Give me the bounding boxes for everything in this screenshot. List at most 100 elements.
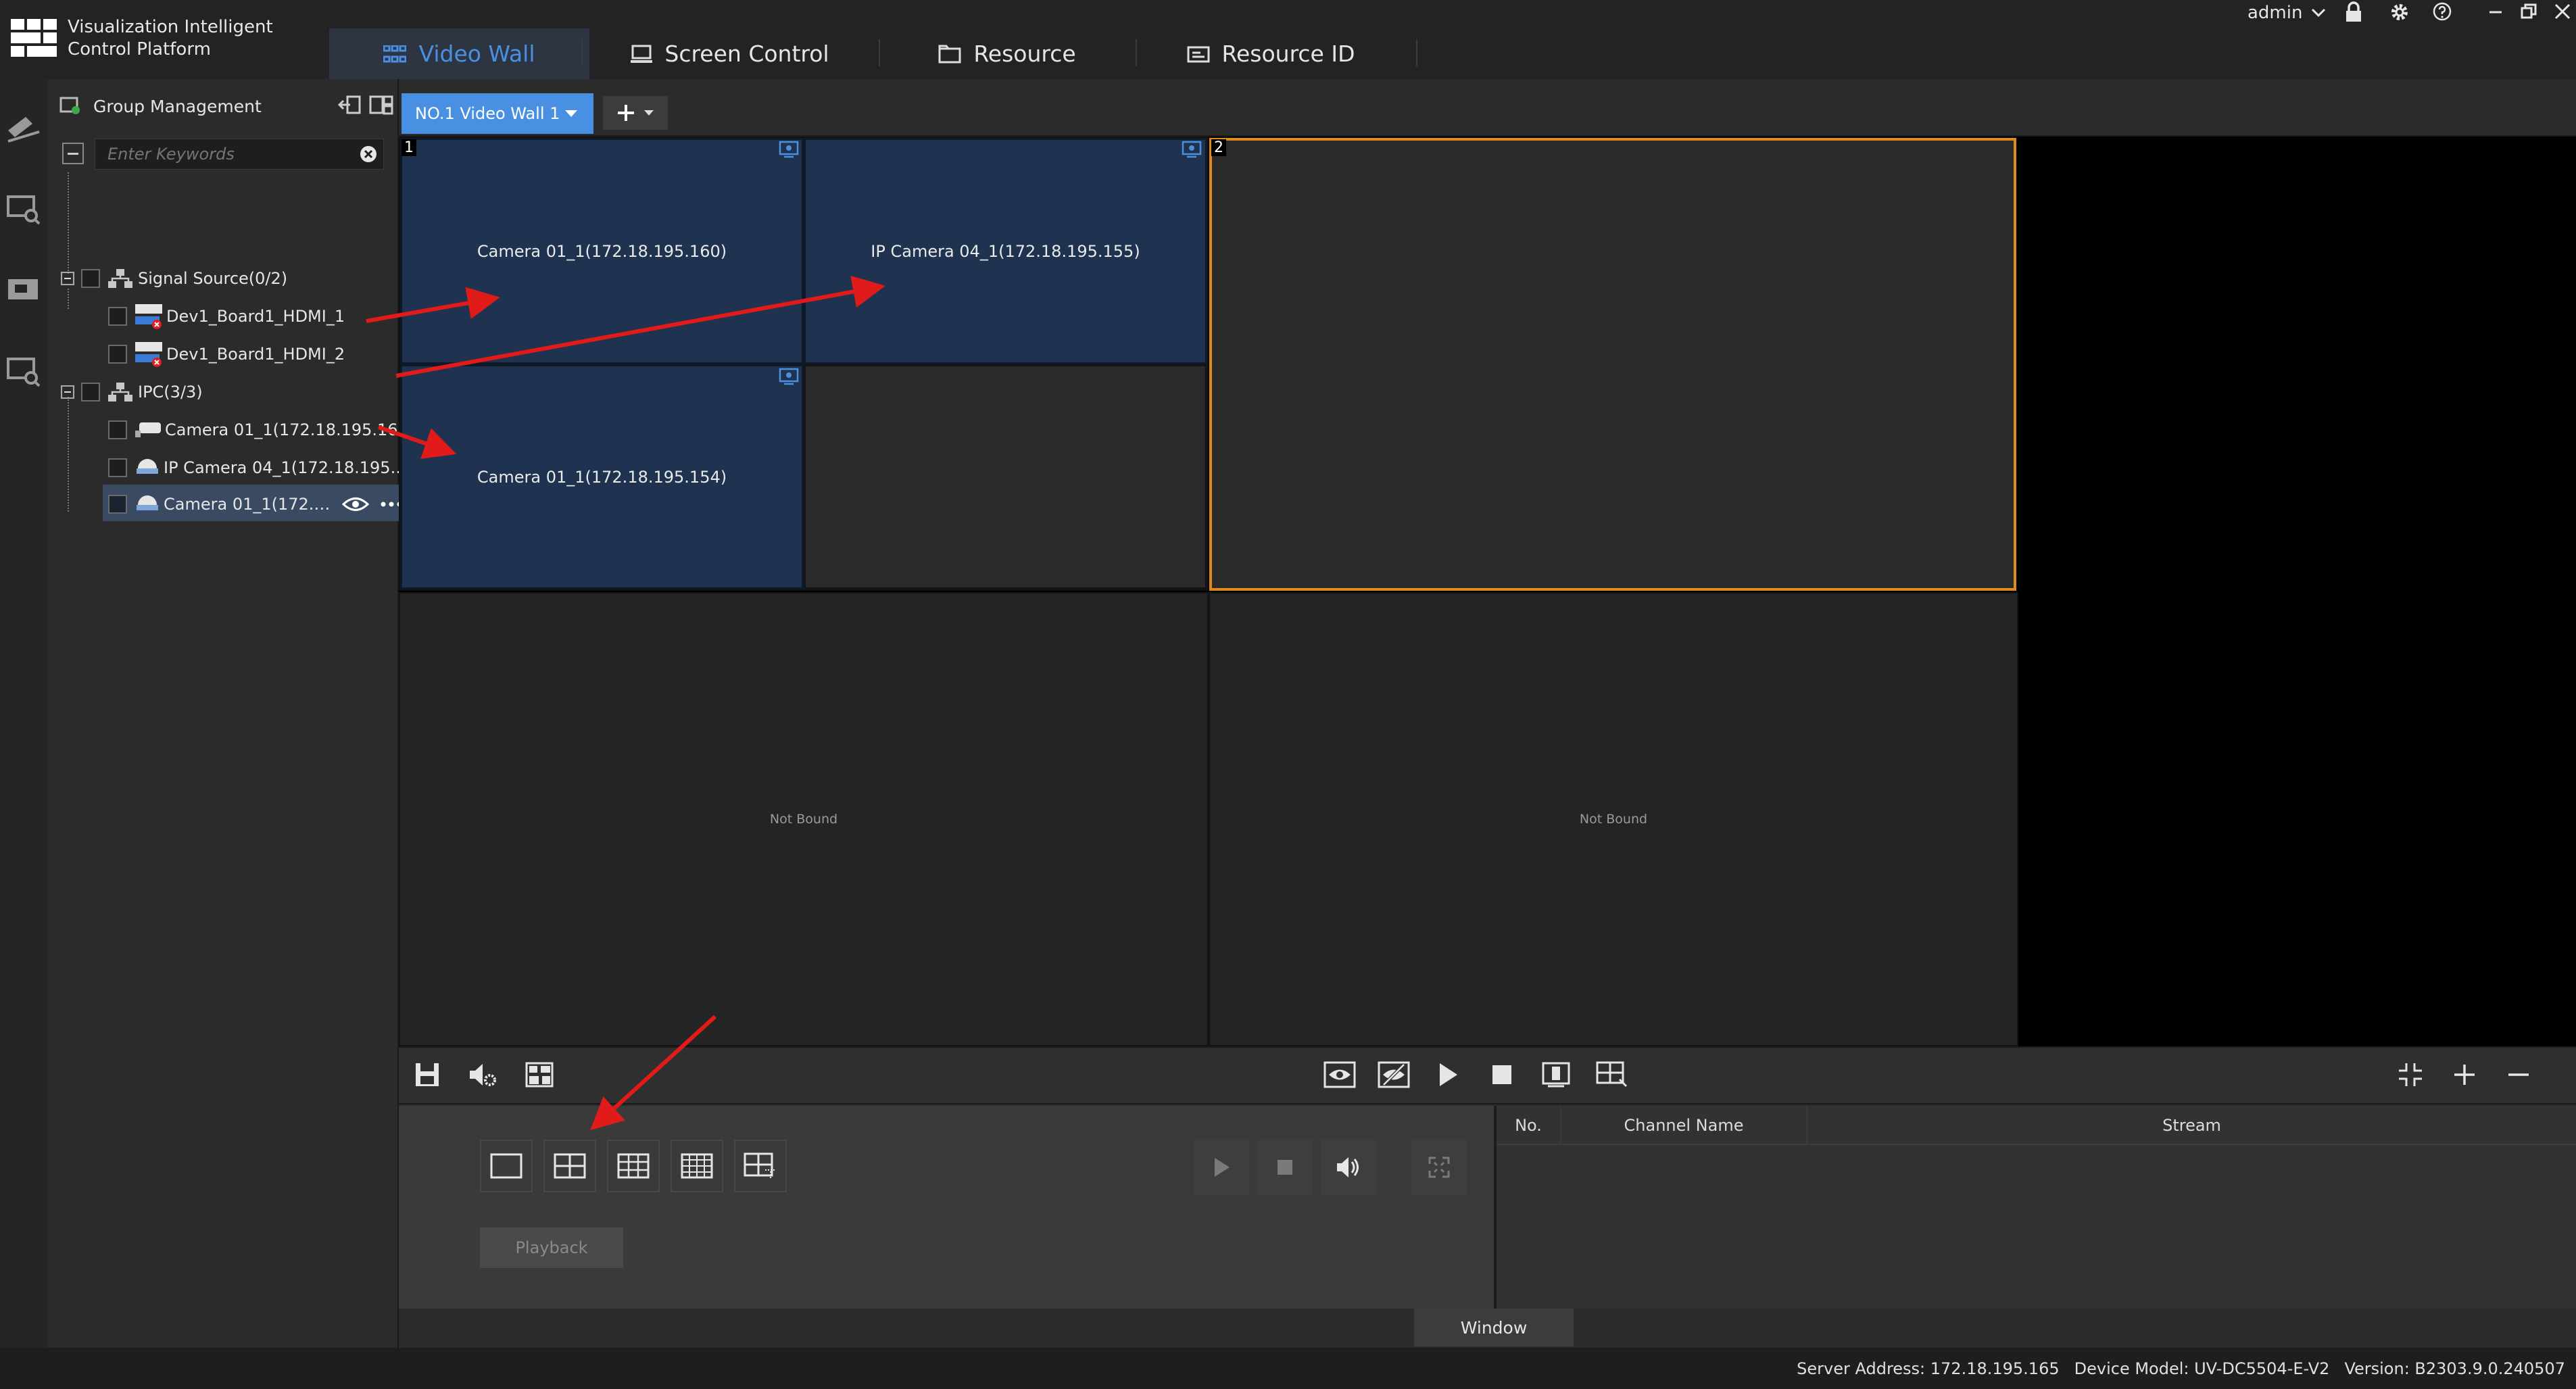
layout-3x3-button[interactable] — [607, 1140, 660, 1192]
screen-2-selected[interactable] — [1209, 138, 2016, 591]
layout-custom-button[interactable] — [734, 1140, 787, 1192]
wall-cell-4[interactable] — [804, 364, 1207, 589]
zoom-out-icon[interactable] — [2498, 1054, 2539, 1095]
channel-stop-button[interactable] — [1257, 1140, 1313, 1195]
tab-divider — [1136, 39, 1137, 66]
wall-cell-3[interactable]: Camera 01_1(172.18.195.154) — [400, 364, 804, 589]
table-header-stream: Stream — [2162, 1116, 2221, 1135]
tree-group-ipc[interactable]: IPC(3/3) — [61, 375, 203, 409]
video-wall-tab[interactable]: NO.1 Video Wall 1 — [402, 93, 593, 134]
screen-link-icon[interactable] — [1182, 141, 1202, 162]
tab-resource[interactable]: Resource — [892, 28, 1122, 79]
server-address: Server Address: 172.18.195.165 — [1797, 1359, 2060, 1378]
play-icon[interactable] — [1428, 1054, 1468, 1095]
tree-item-camera-160[interactable]: Camera 01_1(172.18.195.160) — [108, 413, 414, 447]
layout-2x2-button[interactable] — [543, 1140, 596, 1192]
screen-link-icon[interactable] — [779, 368, 799, 389]
save-icon[interactable] — [407, 1054, 447, 1095]
tree-group-signal-source[interactable]: Signal Source(0/2) — [61, 262, 287, 295]
audio-settings-icon[interactable] — [462, 1054, 503, 1095]
screen-number-badge: 1 — [402, 139, 416, 156]
grid-icon — [383, 45, 407, 62]
playback-label: Playback — [515, 1238, 588, 1257]
cell-label: IP Camera 04_1(172.18.195.155) — [871, 241, 1140, 261]
hide-preview-icon[interactable] — [1374, 1054, 1414, 1095]
tab-video-wall[interactable]: Video Wall — [329, 28, 589, 79]
tree-item-camera-155[interactable]: IP Camera 04_1(172.18.195.… — [108, 451, 412, 485]
bullet-camera-icon — [135, 422, 161, 437]
table-header-channel-name: Channel Name — [1561, 1106, 1807, 1145]
layout-template-icon[interactable] — [519, 1054, 560, 1095]
layout-4x4-button[interactable] — [671, 1140, 723, 1192]
screen-not-bound-3[interactable]: Not Bound — [399, 592, 1209, 1046]
wall-layout-icon[interactable] — [1591, 1054, 1632, 1095]
screen-link-icon[interactable] — [779, 141, 799, 162]
tree-item-label: Camera 01_1(172.… — [164, 495, 331, 514]
tab-screen-control-label: Screen Control — [664, 41, 829, 67]
network-group-icon — [108, 269, 132, 288]
wall-cell-2[interactable]: IP Camera 04_1(172.18.195.155) — [804, 138, 1207, 364]
clear-search-icon[interactable] — [359, 145, 378, 168]
tab-resource-id[interactable]: Resource ID — [1149, 28, 1392, 79]
video-wall-nav-icon[interactable] — [5, 112, 42, 148]
checkbox[interactable] — [81, 383, 100, 401]
dome-camera-icon — [137, 495, 158, 510]
hdmi-source-icon — [135, 342, 162, 367]
search-input[interactable] — [95, 139, 352, 169]
folder-icon — [938, 45, 961, 63]
collapse-node-icon[interactable] — [61, 272, 74, 285]
checkbox[interactable] — [108, 495, 127, 514]
screen-search-icon[interactable] — [5, 194, 42, 230]
device-model: Device Model: UV-DC5504-E-V2 — [2074, 1359, 2330, 1378]
channel-play-button[interactable] — [1194, 1140, 1249, 1195]
checkbox[interactable] — [81, 269, 100, 288]
dropdown-arrow-icon[interactable] — [564, 109, 579, 118]
gear-icon[interactable] — [2389, 1, 2410, 27]
not-bound-label: Not Bound — [769, 812, 838, 827]
playback-button[interactable]: Playback — [480, 1227, 623, 1268]
not-bound-label: Not Bound — [1579, 812, 1648, 827]
tab-resource-id-label: Resource ID — [1221, 41, 1355, 67]
user-name[interactable]: admin — [2247, 3, 2302, 23]
device-search-icon[interactable] — [5, 356, 42, 393]
collapse-node-icon[interactable] — [61, 385, 74, 399]
window-tab[interactable]: Window — [1414, 1309, 1574, 1346]
app-logo-icon — [11, 19, 58, 57]
tab-screen-control[interactable]: Screen Control — [608, 28, 852, 79]
add-wall-button[interactable] — [603, 96, 668, 130]
screen-one-icon[interactable] — [1536, 1054, 1576, 1095]
id-card-icon — [1187, 46, 1210, 62]
tab-resource-label: Resource — [973, 41, 1076, 67]
expand-tree-icon[interactable] — [369, 95, 393, 120]
lock-icon[interactable] — [2344, 1, 2363, 27]
hdmi-source-icon — [135, 304, 162, 329]
collapse-tree-icon[interactable] — [337, 95, 361, 120]
left-icon-bar — [0, 79, 47, 1348]
zoom-in-icon[interactable] — [2444, 1054, 2485, 1095]
checkbox[interactable] — [108, 420, 127, 439]
channel-fullscreen-button[interactable] — [1411, 1140, 1467, 1195]
minimize-icon[interactable] — [2487, 3, 2504, 23]
checkbox[interactable] — [108, 307, 127, 326]
tree-item-hdmi-1[interactable]: Dev1_Board1_HDMI_1 — [108, 299, 345, 333]
cell-label: Camera 01_1(172.18.195.160) — [477, 241, 727, 261]
tree-item-label: IP Camera 04_1(172.18.195.… — [164, 458, 412, 477]
help-icon[interactable] — [2432, 1, 2452, 26]
stop-icon[interactable] — [1482, 1054, 1522, 1095]
fit-screen-icon[interactable] — [2390, 1054, 2431, 1095]
checkbox[interactable] — [108, 345, 127, 364]
eye-icon[interactable] — [342, 495, 370, 513]
channel-audio-button[interactable] — [1321, 1140, 1376, 1195]
layout-1x1-button[interactable] — [480, 1140, 533, 1192]
checkbox[interactable] — [108, 458, 127, 477]
screen-not-bound-4[interactable]: Not Bound — [1209, 592, 2018, 1046]
wall-cell-1[interactable]: Camera 01_1(172.18.195.160) — [400, 138, 804, 364]
tree-item-hdmi-2[interactable]: Dev1_Board1_HDMI_2 — [108, 337, 345, 371]
close-icon[interactable] — [2554, 3, 2571, 24]
restore-icon[interactable] — [2520, 3, 2537, 24]
select-all-toggle[interactable] — [62, 143, 84, 164]
chevron-down-icon[interactable] — [2310, 4, 2327, 24]
preview-icon[interactable] — [1319, 1054, 1360, 1095]
tree-item-camera-154[interactable]: Camera 01_1(172.… — [108, 487, 433, 521]
camera-nav-icon[interactable] — [5, 275, 42, 306]
